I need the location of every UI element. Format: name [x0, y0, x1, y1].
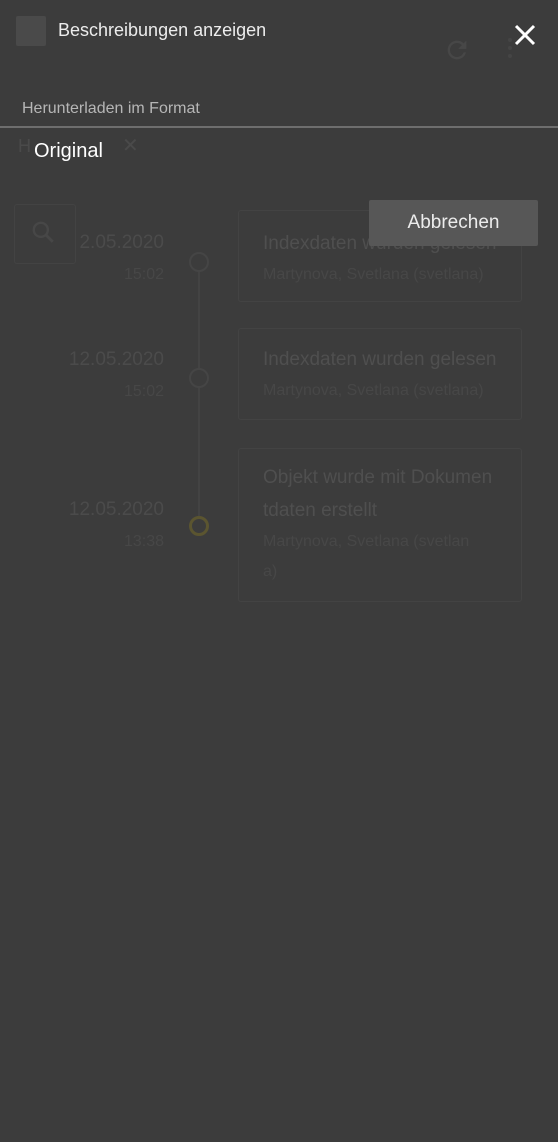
entry-user: Martynova, Svetlana (svetlana): [263, 382, 484, 399]
entry-time: 15:02: [123, 266, 164, 283]
entry-time: 13:38: [123, 533, 164, 550]
show-descriptions-checkbox[interactable]: [16, 16, 46, 46]
format-divider: [0, 126, 558, 128]
entry-date: 12.05.2020: [68, 349, 164, 370]
refresh-icon: [447, 40, 467, 60]
download-format-label: Herunterladen im Format: [22, 100, 200, 117]
close-icon[interactable]: [510, 20, 540, 50]
timeline-node: [189, 252, 209, 272]
history-entry-card: Indexdaten wurden gelesen Martynova, Sve…: [238, 328, 522, 420]
entry-title-line2: tdaten erstellt: [263, 500, 378, 521]
entry-date: 12.05.2020: [68, 499, 164, 520]
timeline-node: [189, 368, 209, 388]
entry-date: 2.05.2020: [79, 232, 164, 253]
entry-title-line1: Objekt wurde mit Dokumen: [263, 467, 493, 488]
cancel-button[interactable]: Abbrechen: [369, 200, 538, 246]
entry-title: Indexdaten wurden gelesen: [263, 349, 497, 370]
format-option-original[interactable]: Original: [34, 140, 103, 163]
chip-close-icon: ✕: [122, 135, 139, 157]
history-entry-card: Objekt wurde mit Dokumen tdaten erstellt…: [238, 448, 522, 602]
history-page-background: H ✕ 2.05.2020 15:02 Indexdaten wurden ge…: [0, 0, 558, 1142]
entry-user-line2: a): [263, 563, 278, 580]
filter-chip-label: H: [18, 136, 31, 156]
timeline-line: [198, 262, 200, 520]
show-descriptions-label: Beschreibungen anzeigen: [58, 20, 267, 40]
entry-user: Martynova, Svetlana (svetlana): [263, 266, 484, 283]
entry-user-line1: Martynova, Svetlana (svetlan: [263, 533, 470, 550]
timeline-node-active: [189, 516, 209, 536]
entry-time: 15:02: [123, 383, 164, 400]
